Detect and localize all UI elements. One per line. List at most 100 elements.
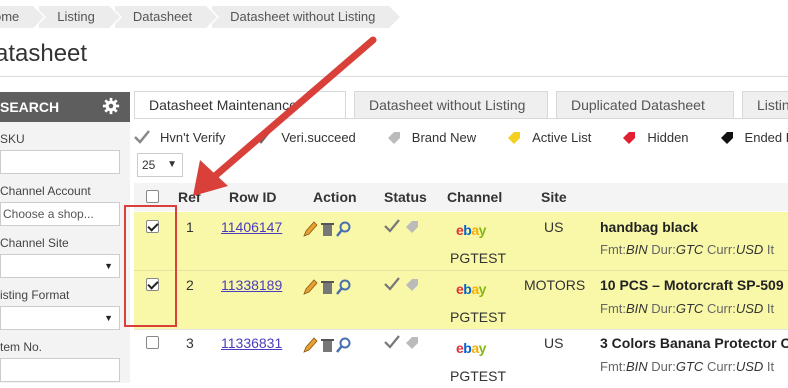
col-channel: Channel <box>447 189 503 205</box>
status-icons <box>384 277 418 291</box>
breadcrumb-datasheet[interactable]: Datasheet <box>114 6 220 28</box>
row-id-link[interactable]: 11406147 <box>221 219 282 235</box>
edit-icon[interactable] <box>303 337 318 353</box>
delete-icon[interactable] <box>321 339 334 352</box>
tab-bar: Datasheet Maintenance Datasheet without … <box>134 91 788 119</box>
status-icons <box>384 335 418 349</box>
col-row-id[interactable]: Row ID <box>229 183 276 211</box>
row-meta: Fmt:BIN Dur:GTC Curr:USD It <box>600 301 775 316</box>
legend-label: Hidden <box>647 129 689 145</box>
search-icon[interactable] <box>336 279 351 295</box>
breadcrumb-home[interactable]: ome <box>0 6 47 28</box>
tab-datasheet-without-listing[interactable]: Datasheet without Listing <box>354 91 548 118</box>
tag-yellow-icon <box>508 132 521 144</box>
page-size-select[interactable]: 25 ▼ <box>137 153 183 177</box>
check-icon <box>384 335 400 349</box>
channel-site-label: Channel Site <box>0 236 69 250</box>
tab-listing[interactable]: Listing <box>742 91 788 118</box>
page-title: atasheet <box>0 40 88 67</box>
tag-black-icon <box>720 132 733 144</box>
legend-label: Ended L <box>744 129 788 145</box>
search-header: SEARCH <box>0 92 130 122</box>
legend-ended: Ended L <box>719 130 788 145</box>
action-icons <box>303 221 351 237</box>
row-meta: Fmt:BIN Dur:GTC Curr:USD It <box>600 359 775 374</box>
legend-label: Hvn't Verify <box>160 129 226 145</box>
search-sidebar: SEARCH SKU Channel Account Choose a shop… <box>0 92 130 383</box>
search-icon[interactable] <box>336 221 351 237</box>
page-size-value: 25 <box>142 158 156 172</box>
listing-format-label: isting Format <box>0 288 70 302</box>
tag-grey-icon <box>406 337 418 349</box>
sku-input[interactable] <box>0 150 120 174</box>
row-channel: PGTEST <box>450 250 507 266</box>
breadcrumb-listing[interactable]: Listing <box>39 6 122 28</box>
tag-grey-icon <box>406 221 418 233</box>
check-icon <box>255 130 272 144</box>
ebay-logo: ebay <box>456 281 486 297</box>
ebay-logo: ebay <box>456 340 486 356</box>
delete-icon[interactable] <box>321 281 334 294</box>
channel-site-select[interactable] <box>0 254 120 278</box>
legend-brand-new: Brand New <box>386 130 476 145</box>
row-title[interactable]: 10 PCS – Motorcraft SP-509 <box>600 277 784 293</box>
ebay-logo: ebay <box>456 222 486 238</box>
select-all-checkbox[interactable] <box>146 190 159 203</box>
tab-divider <box>134 118 788 119</box>
row-title[interactable]: 3 Colors Banana Protector C <box>600 335 788 351</box>
row-site: MOTORS <box>524 277 586 293</box>
title-divider <box>0 76 788 77</box>
row-ref: 1 <box>186 219 194 235</box>
status-icons <box>384 219 418 233</box>
legend-label: Brand New <box>411 129 477 145</box>
col-status: Status <box>384 189 427 205</box>
row-id-link[interactable]: 11336831 <box>221 335 282 351</box>
row-meta: Fmt:BIN Dur:GTC Curr:USD It <box>600 242 775 257</box>
row-channel: PGTEST <box>450 368 507 384</box>
tab-duplicated-datasheet[interactable]: Duplicated Datasheet <box>556 91 734 118</box>
breadcrumb-datasheet-without-listing[interactable]: Datasheet without Listing <box>212 6 403 28</box>
legend-hvnt-verify: Hvn't Verify <box>134 130 225 145</box>
search-header-label: SEARCH <box>0 99 60 115</box>
channel-account-select[interactable]: Choose a shop... <box>0 202 120 226</box>
check-icon <box>384 277 400 291</box>
row-site: US <box>544 335 564 351</box>
search-icon[interactable] <box>336 337 351 353</box>
tag-grey-icon <box>406 279 418 291</box>
legend-active-list: Active List <box>506 130 591 145</box>
row-checkbox[interactable] <box>146 336 159 349</box>
status-legend: Hvn't Verify Veri.succeed Brand New Acti… <box>134 127 788 147</box>
row-title[interactable]: handbag black <box>600 219 698 235</box>
tag-grey-icon <box>387 132 400 144</box>
edit-icon[interactable] <box>303 221 318 237</box>
row-id-link[interactable]: 11338189 <box>221 277 282 293</box>
table-header: Ref Row ID Action Status Channel Site <box>134 183 788 211</box>
listing-format-select[interactable] <box>0 306 120 330</box>
row-ref: 3 <box>186 335 194 351</box>
legend-label: Active List <box>532 129 592 145</box>
row-ref: 2 <box>186 277 194 293</box>
item-no-input[interactable] <box>0 358 120 382</box>
row-site: US <box>544 219 564 235</box>
sku-label: SKU <box>0 132 25 146</box>
col-site: Site <box>541 189 567 205</box>
item-no-label: tem No. <box>0 340 43 354</box>
legend-label: Veri.succeed <box>281 129 356 145</box>
delete-icon[interactable] <box>321 223 334 236</box>
action-icons <box>303 337 351 353</box>
action-icons <box>303 279 351 295</box>
edit-icon[interactable] <box>303 279 318 295</box>
gear-icon[interactable] <box>102 97 120 115</box>
tab-datasheet-maintenance[interactable]: Datasheet Maintenance <box>134 91 346 118</box>
table-row[interactable]: 2 11338189 ebay PGTEST MOTORS 10 PCS – M… <box>134 271 788 329</box>
legend-veri-succeed: Veri.succeed <box>255 129 356 145</box>
channel-account-label: Channel Account <box>0 184 91 198</box>
legend-hidden: Hidden <box>621 129 689 145</box>
row-channel: PGTEST <box>450 309 507 325</box>
col-action: Action <box>313 189 357 205</box>
check-icon <box>384 219 400 233</box>
table-row[interactable]: 3 11336831 ebay PGTEST US 3 Colors Banan… <box>134 330 788 388</box>
table-row[interactable]: 1 11406147 ebay PGTEST US handbag black … <box>134 212 788 270</box>
col-ref[interactable]: Ref <box>178 183 201 211</box>
tag-red-icon <box>623 132 636 144</box>
